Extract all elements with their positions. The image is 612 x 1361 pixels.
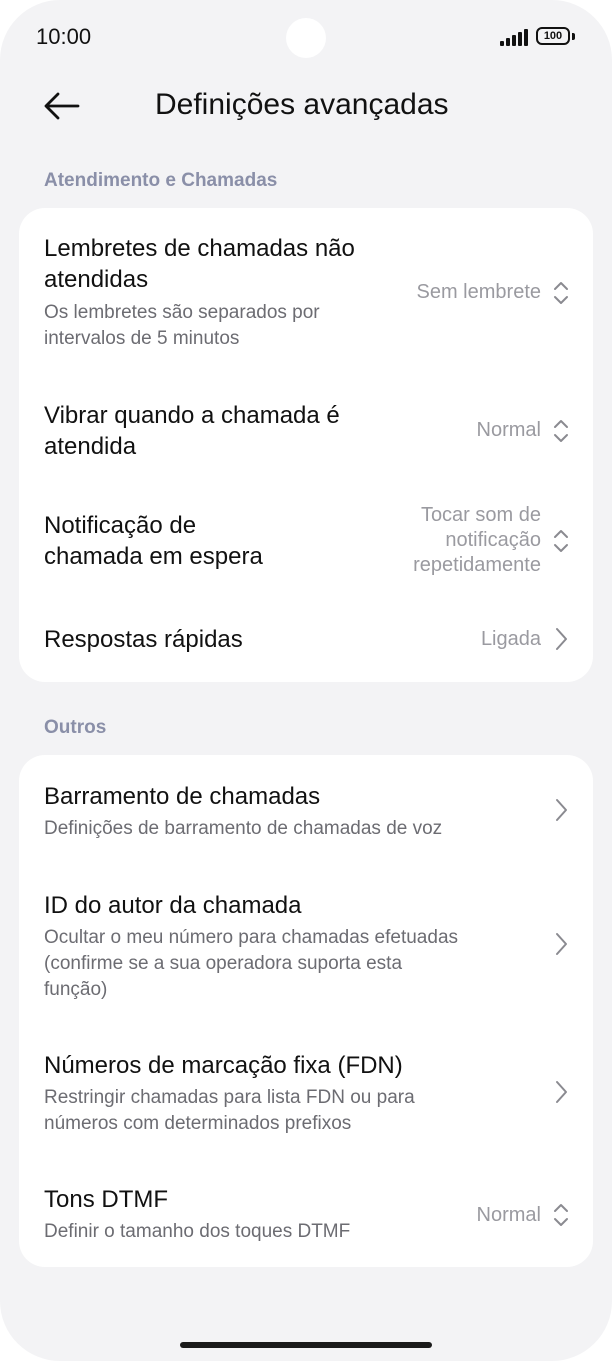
item-subtitle: Os lembretes são separados por — [44, 302, 320, 323]
item-subtitle: Restringir chamadas para lista FDN ou pa… — [44, 1087, 415, 1108]
missed-call-reminders-item[interactable]: Lembretes de chamadas não atendidas Os l… — [19, 208, 593, 374]
item-title: Respostas rápidas — [44, 626, 243, 653]
signal-icon — [500, 28, 530, 46]
item-subtitle: números com determinados prefixos — [44, 1113, 352, 1134]
item-subtitle: Definições de barramento de chamadas de … — [44, 818, 443, 839]
quick-responses-item[interactable]: Respostas rápidas Ligada — [19, 602, 593, 682]
section-title-outros: Outros — [44, 717, 107, 738]
item-value: Tocar som de — [420, 504, 541, 526]
item-title: Barramento de chamadas — [44, 783, 321, 810]
item-title: atendida — [44, 433, 137, 460]
item-subtitle: Ocultar o meu número para chamadas efetu… — [44, 927, 459, 948]
item-value: notificação — [445, 529, 541, 551]
battery-tip — [572, 33, 575, 40]
item-value: Sem lembrete — [416, 281, 542, 303]
arrow-left-icon[interactable] — [38, 88, 86, 124]
settings-card-atendimento: Lembretes de chamadas não atendidas Os l… — [19, 208, 593, 682]
chevron-up-down-icon — [554, 530, 568, 552]
call-waiting-notification-item[interactable]: Notificação de chamada em espera Tocar s… — [19, 484, 593, 602]
item-title: Lembretes de chamadas não — [44, 235, 355, 262]
item-title: ID do autor da chamada — [44, 892, 302, 919]
chevron-right-icon — [556, 799, 567, 821]
item-title: atendidas — [44, 266, 149, 293]
item-subtitle: intervalos de 5 minutos — [44, 328, 240, 349]
chevron-up-down-icon — [554, 282, 568, 304]
vibrate-on-answer-item[interactable]: Vibrar quando a chamada é atendida Norma… — [19, 374, 593, 484]
item-subtitle: Definir o tamanho dos toques DTMF — [44, 1221, 351, 1242]
home-indicator[interactable] — [180, 1342, 432, 1348]
settings-card-outros: Barramento de chamadas Definições de bar… — [19, 755, 593, 1267]
section-title-atendimento: Atendimento e Chamadas — [44, 170, 278, 191]
dtmf-tones-item[interactable]: Tons DTMF Definir o tamanho dos toques D… — [19, 1159, 593, 1267]
item-value: Ligada — [480, 628, 541, 650]
item-value: repetidamente — [413, 554, 541, 576]
call-barring-item[interactable]: Barramento de chamadas Definições de bar… — [19, 755, 593, 865]
item-title: Notificação de — [44, 512, 197, 539]
status-bar: 10:00 100 — [0, 0, 612, 76]
fixed-dialing-numbers-item[interactable]: Números de marcação fixa (FDN) Restringi… — [19, 1025, 593, 1159]
chevron-up-down-icon — [554, 420, 568, 442]
item-value: Normal — [476, 419, 541, 441]
item-title: Tons DTMF — [44, 1186, 169, 1213]
chevron-right-icon — [556, 628, 567, 650]
chevron-right-icon — [556, 933, 567, 955]
item-title: Vibrar quando a chamada é — [44, 402, 340, 429]
battery-icon: 100 — [536, 27, 570, 45]
item-subtitle: função) — [44, 979, 108, 1000]
page-title: Definições avançadas — [155, 88, 449, 121]
chevron-up-down-icon — [554, 1204, 568, 1226]
front-camera — [286, 18, 326, 58]
header: Definições avançadas — [0, 76, 612, 146]
phone-screen: 10:00 100 Definições avançadas Atendimen… — [0, 0, 612, 1361]
back-button[interactable] — [38, 88, 86, 124]
caller-id-item[interactable]: ID do autor da chamada Ocultar o meu núm… — [19, 865, 593, 1025]
item-title: Números de marcação fixa (FDN) — [44, 1052, 403, 1079]
chevron-right-icon — [556, 1081, 567, 1103]
status-time: 10:00 — [36, 24, 92, 49]
item-title: chamada em espera — [44, 543, 263, 570]
item-subtitle: (confirme se a sua operadora suporta est… — [44, 953, 403, 974]
item-value: Normal — [476, 1204, 541, 1226]
